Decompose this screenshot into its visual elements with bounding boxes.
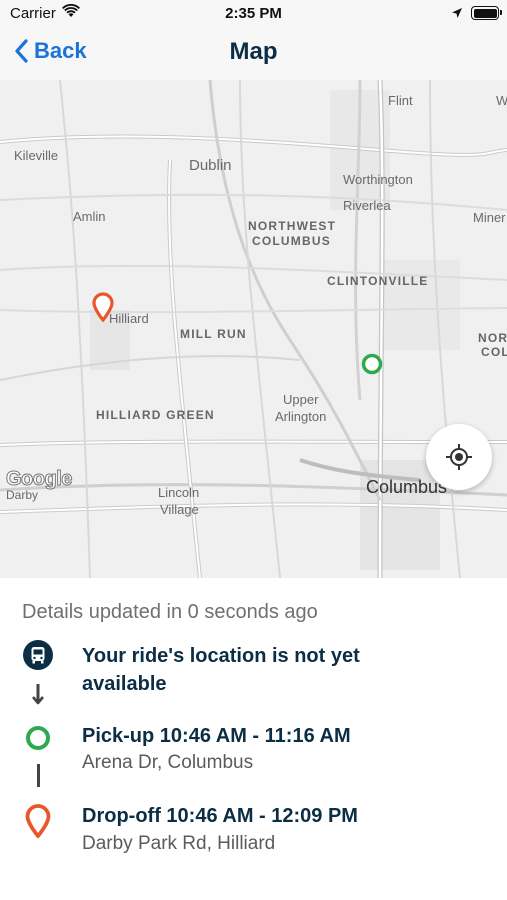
map-label-worthington: Worthington xyxy=(343,172,413,187)
map-label-riverlea: Riverlea xyxy=(343,198,391,213)
ride-details-panel: Details updated in 0 seconds ago Your ri… xyxy=(0,578,507,900)
dropoff-pin-icon xyxy=(25,804,51,843)
ride-location-line-2: available xyxy=(82,673,167,695)
map-label-nor: NOR xyxy=(478,331,507,345)
navigation-bar: Back Map xyxy=(0,28,507,80)
map-view[interactable]: Flint W Kileville Dublin Worthington Riv… xyxy=(0,80,507,578)
pickup-address: Arena Dr, Columbus xyxy=(82,752,254,773)
back-label: Back xyxy=(34,38,87,63)
map-label-clintonville: CLINTONVILLE xyxy=(327,274,429,288)
map-roads xyxy=(0,80,507,578)
map-label-upper: Upper xyxy=(283,392,319,407)
pickup-circle-icon xyxy=(25,725,51,756)
map-label-miner: Miner xyxy=(473,210,506,225)
route-connector xyxy=(37,764,40,787)
map-label-kileville: Kileville xyxy=(14,148,59,163)
pickup-time-window: Pick-up 10:46 AM - 11:16 AM xyxy=(82,725,351,747)
map-label-northwest: NORTHWEST xyxy=(248,219,337,233)
map-label-hilliard: Hilliard xyxy=(109,311,149,326)
map-pickup-marker-icon[interactable] xyxy=(361,353,383,380)
chevron-left-icon xyxy=(15,39,28,63)
dropoff-time-window: Drop-off 10:46 AM - 12:09 PM xyxy=(82,805,358,827)
map-label-village: Village xyxy=(160,502,199,517)
clock-time: 2:35 PM xyxy=(225,5,282,22)
map-label-mill-run: MILL RUN xyxy=(180,327,247,341)
battery-icon xyxy=(471,6,502,20)
bus-icon xyxy=(23,640,53,675)
google-logo: Google xyxy=(6,468,73,491)
ride-location-status: Your ride's location is not yet availabl… xyxy=(82,642,360,698)
ride-location-line-1: Your ride's location is not yet xyxy=(82,645,360,667)
dropoff-address: Darby Park Rd, Hilliard xyxy=(82,833,276,854)
map-label-w: W xyxy=(496,93,507,108)
map-label-dublin: Dublin xyxy=(189,157,232,174)
map-dropoff-pin-icon[interactable] xyxy=(92,292,114,327)
my-location-button[interactable] xyxy=(426,424,492,490)
status-bar: Carrier 2:35 PM xyxy=(0,0,507,28)
map-label-col: COL xyxy=(481,345,507,359)
map-label-arlington: Arlington xyxy=(275,409,327,424)
map-label-hilliard-green: HILLIARD GREEN xyxy=(96,408,215,422)
map-label-columbus-nw: COLUMBUS xyxy=(252,234,331,248)
updated-status-text: Details updated in 0 seconds ago xyxy=(22,601,318,623)
map-label-flint: Flint xyxy=(388,93,413,108)
map-label-lincoln: Lincoln xyxy=(158,485,200,500)
map-label-amlin: Amlin xyxy=(73,209,106,224)
back-button[interactable]: Back xyxy=(14,38,87,64)
location-arrow-icon xyxy=(451,6,463,23)
crosshair-icon xyxy=(446,444,472,470)
arrow-down-icon xyxy=(31,682,45,711)
